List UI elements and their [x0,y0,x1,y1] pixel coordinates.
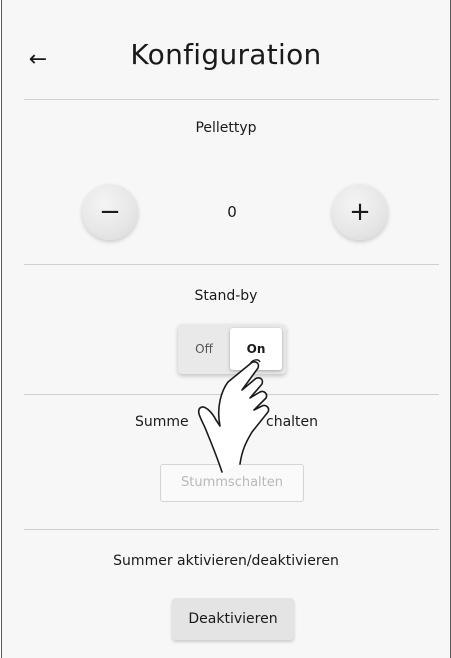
deactivate-button[interactable]: Deaktivieren [172,598,294,640]
standby-off-option[interactable]: Off [178,324,230,374]
app-header: ← Konfiguration [2,0,450,100]
divider [24,529,439,530]
standby-on-option[interactable]: On [230,328,282,370]
buzzer-toggle-label: Summer aktivieren/deaktivieren [113,553,339,569]
page-title: Konfiguration [130,38,322,71]
buzzer-mute-label-right: chalten [266,414,319,430]
configuration-screen: ← Konfiguration Pellettyp − 0 + Stand-by… [1,0,451,658]
standby-label: Stand-by [194,288,258,304]
mute-button[interactable]: Stummschalten [160,464,304,502]
divider [24,394,439,395]
decrement-button[interactable]: − [82,184,138,240]
buzzer-mute-label-left: Summe [135,414,189,430]
divider [24,99,439,100]
pellet-type-value: 0 [227,203,237,221]
increment-button[interactable]: + [332,184,388,240]
divider [24,264,439,265]
pellet-type-label: Pellettyp [195,120,257,136]
standby-toggle[interactable]: Off On [178,324,286,374]
